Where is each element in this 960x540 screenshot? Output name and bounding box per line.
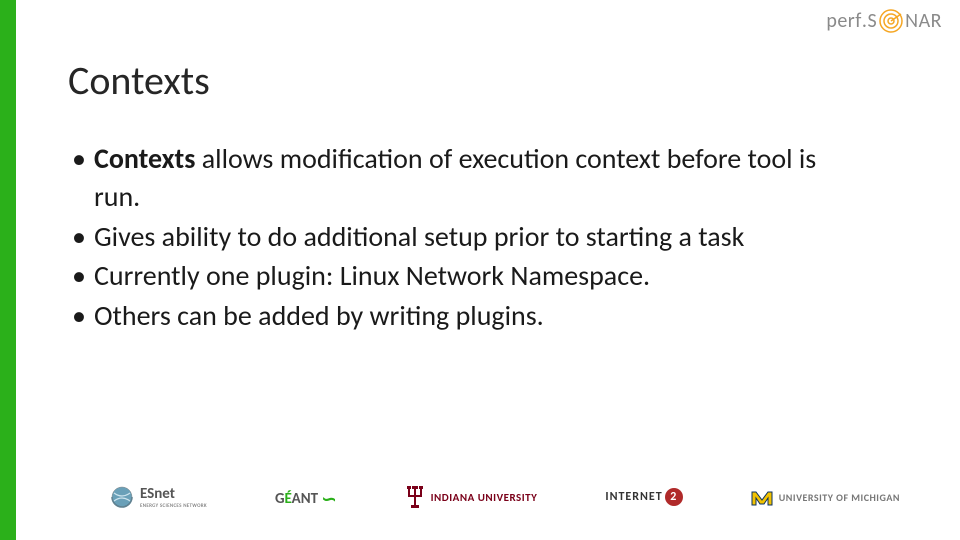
geant-ant: ANT <box>292 490 318 508</box>
slide-body: • Contexts allows modification of execut… <box>68 140 868 337</box>
sonar-icon <box>878 8 904 34</box>
bullet-icon: • <box>72 297 86 335</box>
indiana-university-logo: INDIANA UNIVERSITY <box>405 484 538 510</box>
bullet-text: allows modification of execution context… <box>94 141 816 214</box>
bullet-bold: Contexts <box>94 141 195 176</box>
perfsonar-logo: perf . S NAR <box>826 8 942 34</box>
bullet-item: • Gives ability to do additional setup p… <box>68 218 868 256</box>
bullet-icon: • <box>72 218 86 256</box>
esnet-name: ESnet <box>140 485 207 503</box>
globe-icon <box>110 485 134 509</box>
iu-text: INDIANA UNIVERSITY <box>431 491 538 504</box>
logo-prefix: perf <box>826 9 862 33</box>
esnet-sub: ENERGY SCIENCES NETWORK <box>140 503 207 509</box>
link-icon: ∽ <box>321 488 336 510</box>
geant-logo: GÉANT ∽ <box>275 486 337 508</box>
footer-logos: ESnet ENERGY SCIENCES NETWORK GÉANT ∽ IN… <box>110 484 900 510</box>
logo-suffix: NAR <box>905 9 942 33</box>
accent-bar <box>0 0 16 540</box>
internet2-num: 2 <box>665 488 683 506</box>
bullet-icon: • <box>72 257 86 295</box>
geant-e: É <box>285 490 292 508</box>
logo-s: S <box>867 9 877 33</box>
bullet-text: Gives ability to do additional setup pri… <box>94 219 744 254</box>
iu-trident-icon <box>405 484 425 510</box>
umich-logo: UNIVERSITY OF MICHIGAN <box>751 487 900 507</box>
internet2-text: INTERNET <box>605 490 662 504</box>
bullet-item: • Contexts allows modification of execut… <box>68 140 868 216</box>
geant-g: G <box>275 490 285 508</box>
bullet-icon: • <box>72 140 86 178</box>
bullet-item: • Others can be added by writing plugins… <box>68 297 868 335</box>
block-m-icon <box>751 487 773 507</box>
bullet-text: Currently one plugin: Linux Network Name… <box>94 258 650 293</box>
bullet-text: Others can be added by writing plugins. <box>94 298 544 333</box>
esnet-text: ESnet ENERGY SCIENCES NETWORK <box>140 485 207 509</box>
umich-text: UNIVERSITY OF MICHIGAN <box>779 491 900 504</box>
internet2-logo: INTERNET 2 <box>605 488 682 506</box>
slide-title: Contexts <box>68 56 210 105</box>
bullet-item: • Currently one plugin: Linux Network Na… <box>68 257 868 295</box>
slide: perf . S NAR Contexts • Contexts allows … <box>0 0 960 540</box>
esnet-logo: ESnet ENERGY SCIENCES NETWORK <box>110 485 207 509</box>
